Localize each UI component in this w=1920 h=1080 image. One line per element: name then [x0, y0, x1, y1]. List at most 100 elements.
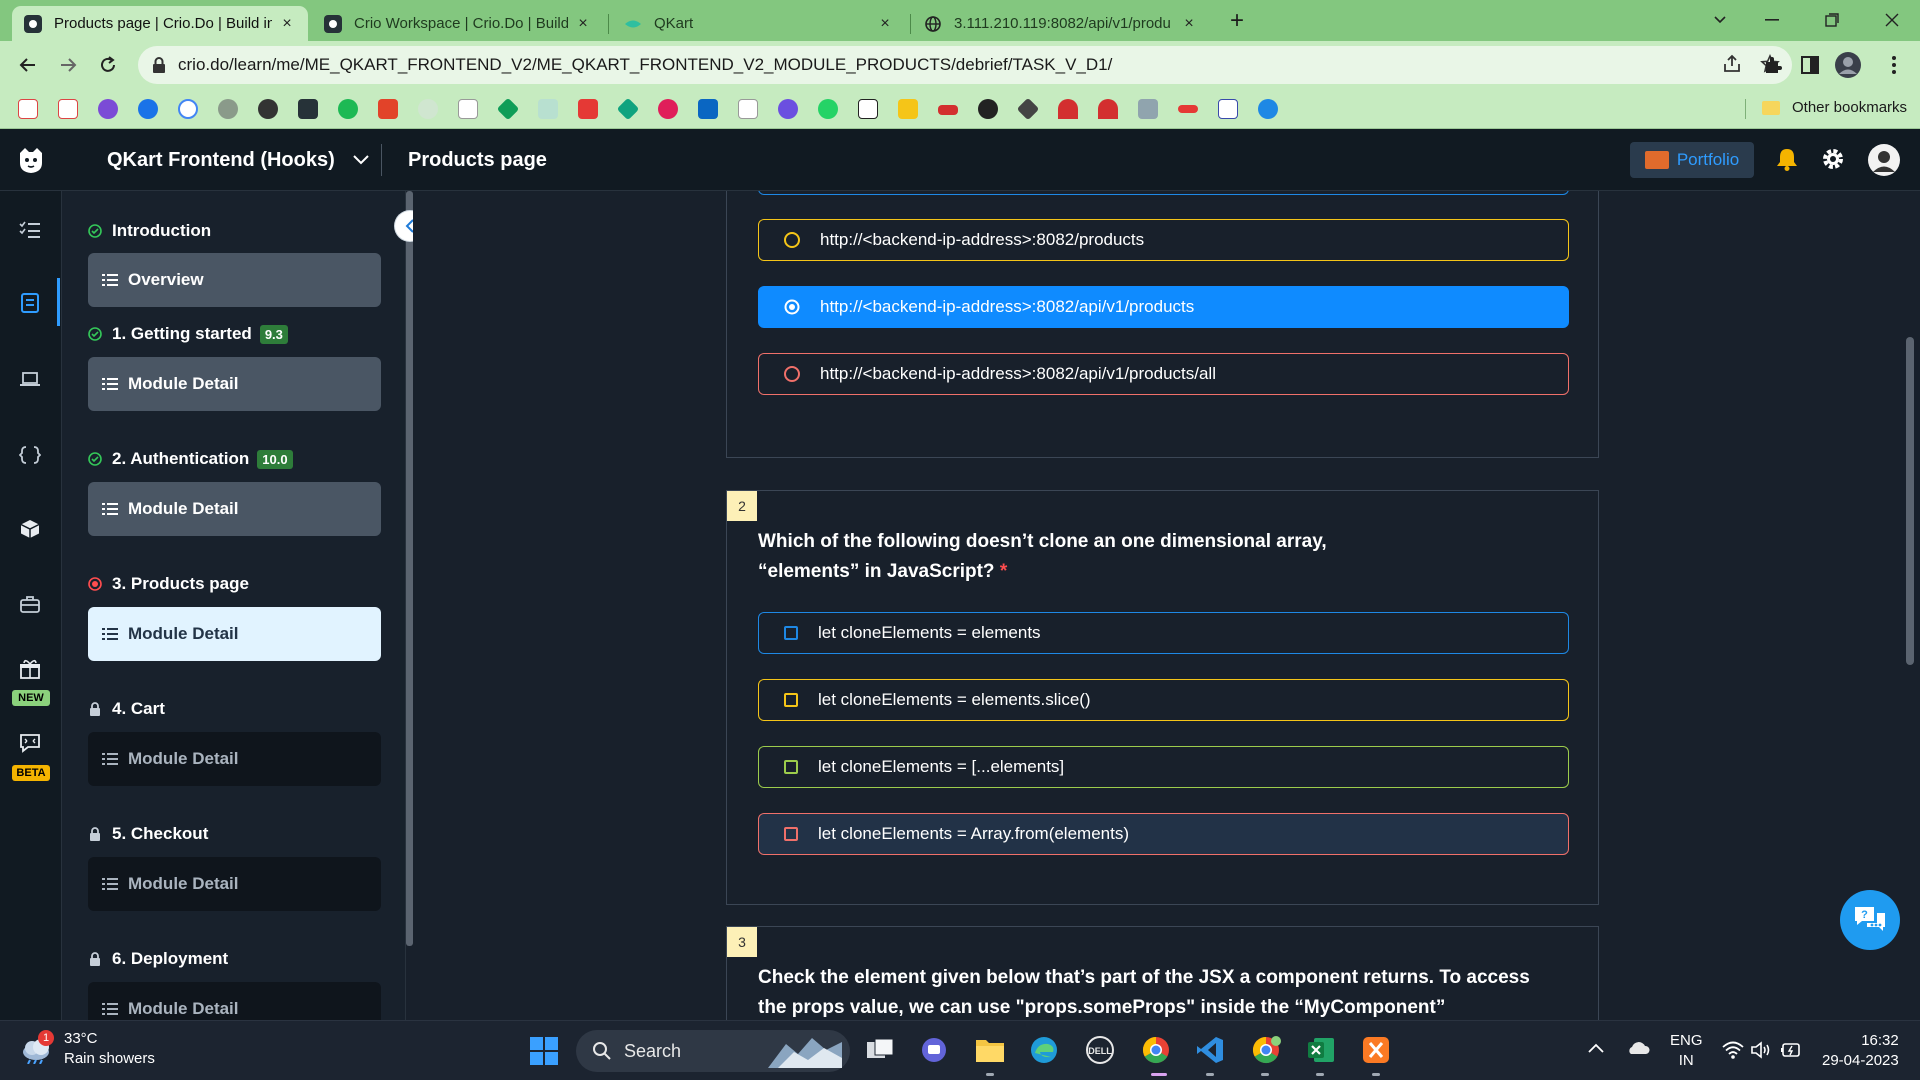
code-braces-icon[interactable]	[0, 435, 60, 475]
user-avatar[interactable]	[1868, 144, 1900, 176]
chevron-up-icon[interactable]	[1588, 1043, 1604, 1053]
sidebar-item-module-detail-locked[interactable]: Module Detail	[88, 982, 381, 1020]
gmail-bookmark-icon[interactable]	[18, 99, 38, 119]
whatsapp-bookmark-icon[interactable]	[818, 99, 838, 119]
bookmark-icon[interactable]	[1098, 99, 1118, 119]
address-bar[interactable]: crio.do/learn/me/ME_QKART_FRONTEND_V2/ME…	[138, 46, 1792, 84]
bell-icon[interactable]	[1776, 147, 1798, 171]
linkedin-bookmark-icon[interactable]	[698, 99, 718, 119]
sidebar-scrollbar[interactable]	[406, 191, 413, 946]
bookmark-icon[interactable]	[496, 97, 520, 121]
share-icon[interactable]	[1722, 54, 1742, 74]
bookmark-icon[interactable]	[738, 99, 758, 119]
crio-bookmark-icon[interactable]	[298, 99, 318, 119]
language-indicator[interactable]: ENG IN	[1670, 1031, 1703, 1071]
bookmark-icon[interactable]	[218, 99, 238, 119]
speaker-icon[interactable]	[1750, 1041, 1772, 1059]
dell-icon[interactable]: DELL	[1084, 1034, 1116, 1066]
bookmark-icon[interactable]	[1178, 105, 1198, 113]
module-heading-authentication[interactable]: 2. Authentication 10.0	[88, 449, 293, 469]
answer-option[interactable]: http://<backend-ip-address>:8082/product…	[758, 219, 1569, 261]
browser-menu-icon[interactable]	[1880, 51, 1908, 79]
checklist-icon[interactable]	[0, 210, 60, 250]
new-tab-button[interactable]: +	[1222, 6, 1252, 36]
browser-tab-crio-workspace[interactable]: Crio Workspace | Crio.Do | Build i ×	[312, 6, 604, 41]
tab-search-icon[interactable]	[1700, 4, 1740, 36]
gmail-bookmark-icon[interactable]	[58, 99, 78, 119]
chrome-profile-icon[interactable]	[1250, 1034, 1282, 1066]
bookmark-icon[interactable]	[1058, 99, 1078, 119]
chrome-icon[interactable]	[1140, 1034, 1172, 1066]
bookmark-icon[interactable]	[938, 105, 958, 115]
browser-tab-api-products[interactable]: 3.111.210.119:8082/api/v1/produ ×	[912, 6, 1210, 41]
side-panel-icon[interactable]	[1796, 51, 1824, 79]
answer-option[interactable]: let cloneElements = elements	[758, 612, 1569, 654]
sidebar-item-module-detail[interactable]: Module Detail	[88, 357, 381, 411]
module-heading-introduction[interactable]: Introduction	[88, 221, 211, 241]
briefcase-icon[interactable]	[0, 584, 60, 624]
tab-close-icon[interactable]: ×	[574, 15, 592, 33]
restore-icon[interactable]	[1812, 4, 1852, 36]
answer-option-selected[interactable]: http://<backend-ip-address>:8082/api/v1/…	[758, 286, 1569, 328]
tab-close-icon[interactable]: ×	[876, 15, 894, 33]
other-bookmarks-folder[interactable]: Other bookmarks	[1762, 99, 1907, 116]
course-selector[interactable]: QKart Frontend (Hooks)	[107, 129, 369, 191]
bookmark-icon[interactable]	[898, 99, 918, 119]
module-heading-getting-started[interactable]: 1. Getting started 9.3	[88, 324, 288, 344]
back-icon[interactable]	[12, 49, 44, 81]
feedback-chat-icon[interactable]	[0, 723, 60, 763]
google-bookmark-icon[interactable]	[178, 99, 198, 119]
sidebar-item-module-detail-locked[interactable]: Module Detail	[88, 732, 381, 786]
wifi-icon[interactable]	[1722, 1041, 1744, 1059]
sidebar-item-module-detail-current[interactable]: Module Detail	[88, 607, 381, 661]
module-heading-deployment[interactable]: 6. Deployment	[88, 949, 228, 969]
lock-icon[interactable]	[152, 57, 166, 73]
laptop-icon[interactable]	[0, 359, 60, 399]
chat-support-button[interactable]: ?	[1840, 890, 1900, 950]
bookmark-icon[interactable]	[338, 99, 358, 119]
tab-close-icon[interactable]: ×	[1180, 15, 1198, 33]
tab-close-icon[interactable]: ×	[278, 15, 296, 33]
answer-option[interactable]: http://<backend-ip-address>:8082/api/v1/…	[758, 353, 1569, 395]
close-window-icon[interactable]	[1872, 4, 1912, 36]
portfolio-button[interactable]: Portfolio	[1630, 142, 1754, 178]
bookmark-icon[interactable]	[1016, 97, 1040, 121]
slack-bookmark-icon[interactable]	[658, 99, 678, 119]
battery-icon[interactable]	[1780, 1041, 1802, 1059]
bookmark-icon[interactable]	[778, 99, 798, 119]
bookmark-icon[interactable]	[98, 99, 118, 119]
bookmark-icon[interactable]	[418, 99, 438, 119]
bookmark-icon[interactable]	[1218, 99, 1238, 119]
module-heading-checkout[interactable]: 5. Checkout	[88, 824, 208, 844]
sidebar-item-module-detail-locked[interactable]: Module Detail	[88, 857, 381, 911]
gift-icon[interactable]	[0, 649, 60, 689]
bookmark-icon[interactable]	[138, 99, 158, 119]
xampp-icon[interactable]	[1360, 1034, 1392, 1066]
file-explorer-icon[interactable]	[974, 1034, 1006, 1066]
bookmark-icon[interactable]	[538, 99, 558, 119]
module-heading-products-page[interactable]: 3. Products page	[88, 574, 249, 594]
main-scrollbar[interactable]	[1906, 337, 1914, 665]
notes-icon[interactable]	[0, 283, 60, 323]
forward-icon[interactable]	[52, 49, 84, 81]
bookmark-icon[interactable]	[616, 97, 640, 121]
profile-avatar[interactable]	[1834, 51, 1862, 79]
reload-icon[interactable]	[92, 49, 124, 81]
extensions-icon[interactable]	[1759, 51, 1787, 79]
answer-option[interactable]: let cloneElements = elements.slice()	[758, 679, 1569, 721]
gear-icon[interactable]	[1820, 146, 1846, 172]
answer-option-partial[interactable]	[758, 191, 1569, 195]
crio-logo-icon[interactable]	[16, 145, 46, 175]
taskbar-search[interactable]: Search	[576, 1030, 850, 1072]
github-bookmark-icon[interactable]	[258, 99, 278, 119]
minimize-icon[interactable]	[1752, 4, 1792, 36]
module-heading-cart[interactable]: 4. Cart	[88, 699, 165, 719]
answer-option-hover[interactable]: let cloneElements = Array.from(elements)	[758, 813, 1569, 855]
bookmark-icon[interactable]	[578, 99, 598, 119]
task-view-icon[interactable]	[864, 1034, 896, 1066]
browser-tab-products-page[interactable]: Products page | Crio.Do | Build in ×	[12, 6, 308, 41]
system-clock[interactable]: 16:32 29-04-2023	[1822, 1031, 1899, 1071]
browser-tab-qkart[interactable]: QKart ×	[612, 6, 906, 41]
cube-icon[interactable]	[0, 509, 60, 549]
sidebar-item-module-detail[interactable]: Module Detail	[88, 482, 381, 536]
